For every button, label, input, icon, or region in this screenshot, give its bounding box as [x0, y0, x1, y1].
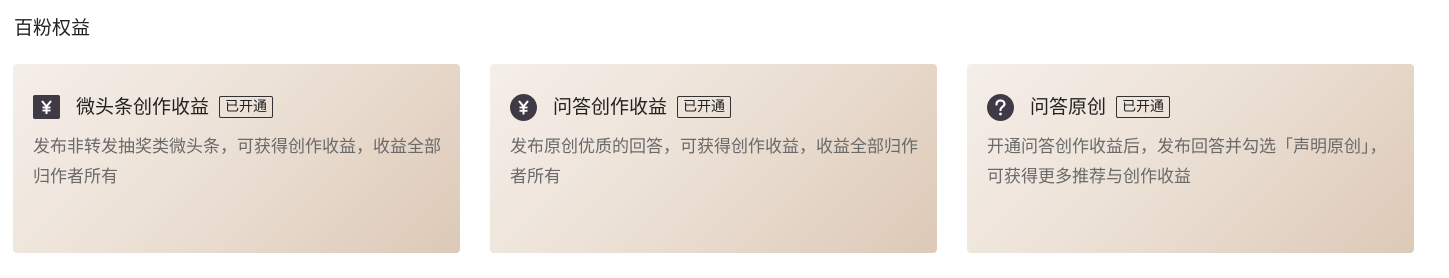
- benefit-card-qa-income[interactable]: 问答创作收益 已开通 发布原创优质的回答，可获得创作收益，收益全部归作者所有: [490, 64, 937, 253]
- status-badge: 已开通: [677, 96, 732, 118]
- question-circle-icon: [987, 93, 1014, 121]
- status-badge: 已开通: [1116, 96, 1171, 118]
- card-description: 发布非转发抽奖类微头条，可获得创作收益，收益全部归作者所有: [33, 137, 441, 187]
- card-header: 问答创作收益 已开通: [510, 93, 917, 121]
- benefit-card-weitoutiao[interactable]: 微头条创作收益 已开通 发布非转发抽奖类微头条，可获得创作收益，收益全部归作者所…: [13, 64, 460, 253]
- card-description: 开通问答创作收益后，发布回答并勾选「声明原创」，可获得更多推荐与创作收益: [987, 137, 1387, 187]
- yuan-circle-icon: [510, 93, 537, 121]
- card-title: 微头条创作收益: [76, 96, 210, 118]
- section-title: 百粉权益: [14, 17, 91, 39]
- card-header: 问答原创 已开通: [987, 93, 1394, 121]
- benefit-card-qa-original[interactable]: 问答原创 已开通 开通问答创作收益后，发布回答并勾选「声明原创」，可获得更多推荐…: [967, 64, 1414, 253]
- benefit-cards: 微头条创作收益 已开通 发布非转发抽奖类微头条，可获得创作收益，收益全部归作者所…: [13, 64, 1414, 253]
- yuan-square-icon: [33, 94, 60, 121]
- card-title: 问答原创: [1030, 96, 1107, 118]
- status-badge: 已开通: [219, 96, 274, 118]
- card-title: 问答创作收益: [553, 96, 668, 118]
- card-header: 微头条创作收益 已开通: [33, 93, 440, 121]
- card-description: 发布原创优质的回答，可获得创作收益，收益全部归作者所有: [510, 137, 918, 187]
